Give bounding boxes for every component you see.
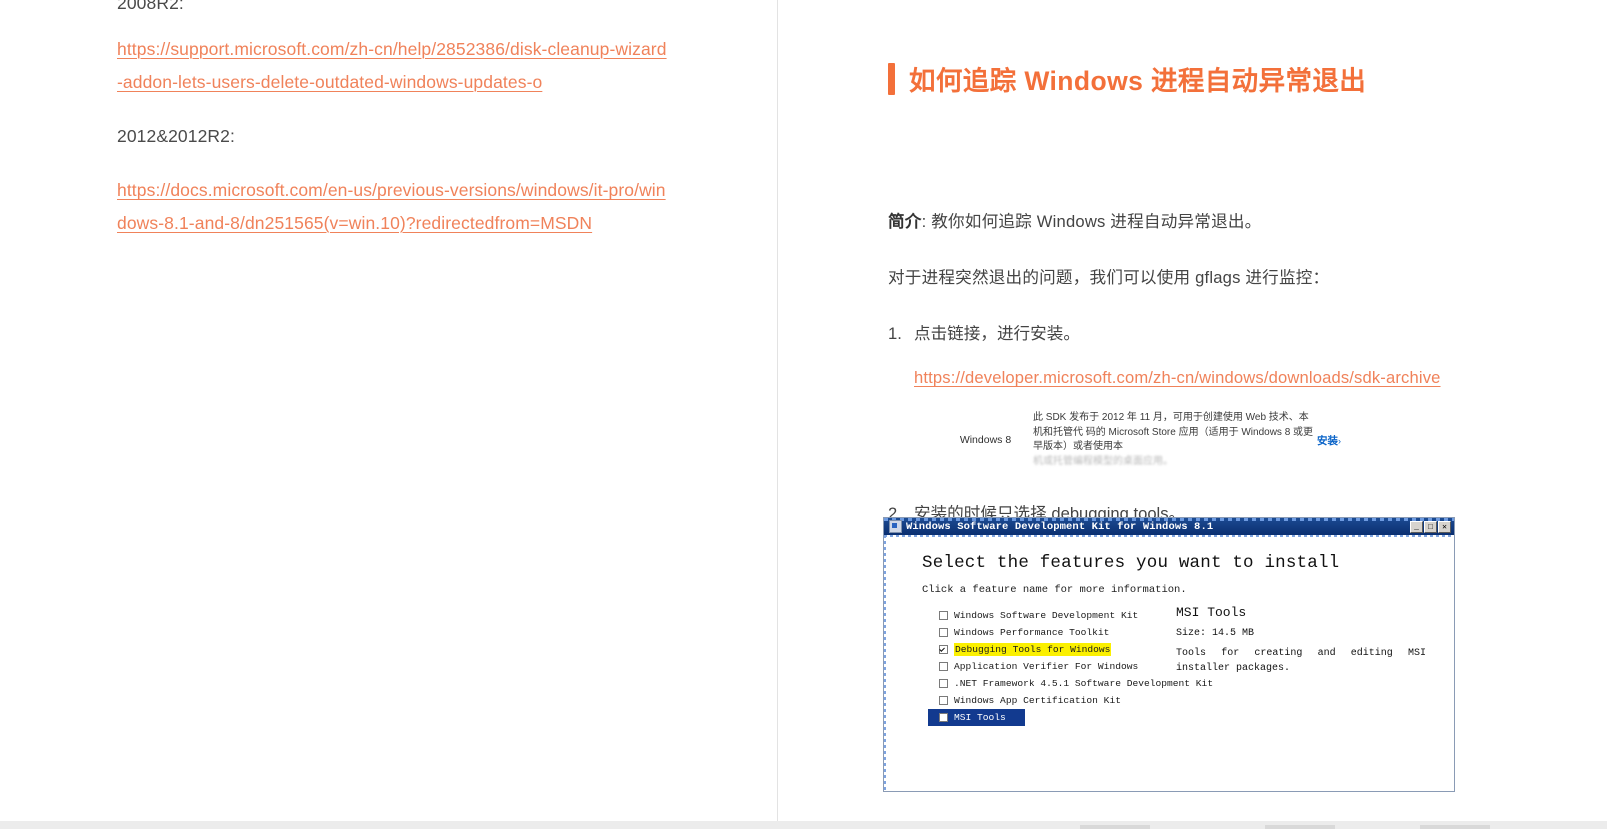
checkbox-icon[interactable] [939,662,948,671]
step-1-number: 1. [888,324,902,344]
left-page-column: 2008R2: https://support.microsoft.com/zh… [0,0,778,829]
maximize-button[interactable]: □ [1424,520,1437,533]
feature-label: Windows App Certification Kit [954,695,1121,706]
installer-subheading: Click a feature name for more informatio… [922,584,1187,596]
bottom-chrome-strip [0,821,1607,829]
docs-microsoft-link[interactable]: https://docs.microsoft.com/en-us/previou… [117,180,666,233]
detail-title: MSI Tools [1176,605,1247,620]
feature-row-selected[interactable]: MSI Tools [928,709,1025,726]
checkbox-icon[interactable] [939,611,948,620]
label-2012: 2012&2012R2: [117,126,235,147]
step-1-text: 点击链接，进行安装。 [914,324,1080,344]
feature-label: Debugging Tools for Windows [954,643,1112,656]
minimize-button[interactable]: _ [1410,520,1423,533]
bottom-chrome-segment [1420,825,1490,829]
steps-list: 1. 点击链接，进行安装。 https://developer.microsof… [888,321,1549,526]
checkbox-checked-icon[interactable] [939,645,948,654]
feature-row[interactable]: Debugging Tools for Windows [914,641,1144,658]
sdk-card-name: Windows 8 [959,434,1012,447]
step-item-1: 1. 点击链接，进行安装。 https://developer.microsof… [888,321,1549,469]
intro-text: : 教你如何追踪 Windows 进程自动异常退出。 [921,212,1262,231]
feature-label: Windows Software Development Kit [954,610,1139,621]
title-accent-bar [888,62,895,95]
title-text: 如何追踪 Windows 进程自动异常退出 [909,66,1367,96]
installer-app-icon [889,520,902,533]
feature-row[interactable]: Windows Performance Toolkit [914,624,1144,641]
bottom-chrome-segment [1265,825,1335,829]
intro-label: 简介 [888,212,922,231]
sdk-archive-card: Windows 8 此 SDK 发布于 2012 年 11 月，可用于创建使用 … [938,411,1365,469]
feature-row[interactable]: Windows Software Development Kit [914,607,1144,624]
installer-body: Select the features you want to install … [884,535,1454,791]
second-paragraph: 对于进程突然退出的问题，我们可以使用 gflags 进行监控： [888,267,1330,287]
installer-title-text: Windows Software Development Kit for Win… [906,520,1214,533]
sdk-card-description: 此 SDK 发布于 2012 年 11 月，可用于创建使用 Web 技术、本机和… [1033,411,1317,469]
checkbox-icon[interactable] [939,696,948,705]
partial-top-text: 2008R2: [117,0,184,13]
feature-label: Windows Performance Toolkit [954,627,1110,638]
detail-description: Tools for creating and editing MSI insta… [1176,648,1426,674]
sdk-archive-link[interactable]: https://developer.microsoft.com/zh-cn/wi… [914,368,1441,388]
window-controls: _ □ ✕ [1410,520,1452,533]
selection-marquee-top [884,535,1454,537]
detail-size: Size: 14.5 MB [1176,628,1255,639]
sdk-install-button[interactable]: 安装› [1317,433,1365,448]
installer-heading: Select the features you want to install [922,553,1340,573]
feature-label: MSI Tools [954,712,1006,723]
support-microsoft-link[interactable]: https://support.microsoft.com/zh-cn/help… [117,39,667,92]
sdk-install-label: 安装 [1317,434,1338,447]
installer-titlebar: Windows Software Development Kit for Win… [884,518,1454,535]
feature-row[interactable]: Application Verifier For Windows [914,658,1144,675]
sdk-desc-line-3: 机或托管编程模型的桌面应用。 [1033,455,1173,467]
feature-row[interactable]: Windows App Certification Kit [914,692,1144,709]
titlebar-dashed-overlay [884,518,1454,521]
checkbox-icon[interactable] [939,713,948,722]
feature-list: Windows Software Development Kit Windows… [914,607,1213,726]
feature-row[interactable]: .NET Framework 4.5.1 Software Developmen… [914,675,1213,692]
installer-screenshot: Windows Software Development Kit for Win… [883,517,1455,792]
bottom-chrome-segment [1080,825,1150,829]
feature-label: .NET Framework 4.5.1 Software Developmen… [954,678,1214,689]
selection-marquee-left [884,535,886,791]
checkbox-icon[interactable] [939,628,948,637]
page-title: 如何追踪 Windows 进程自动异常退出 [888,59,1549,98]
feature-label: Application Verifier For Windows [954,661,1139,672]
feature-detail-panel: MSI Tools Size: 14.5 MB Tools for creati… [1176,605,1426,676]
intro-paragraph: 简介: 教你如何追踪 Windows 进程自动异常退出。 [888,209,1549,235]
chevron-right-icon: › [1338,435,1341,446]
close-button[interactable]: ✕ [1438,520,1451,533]
checkbox-icon[interactable] [939,679,948,688]
